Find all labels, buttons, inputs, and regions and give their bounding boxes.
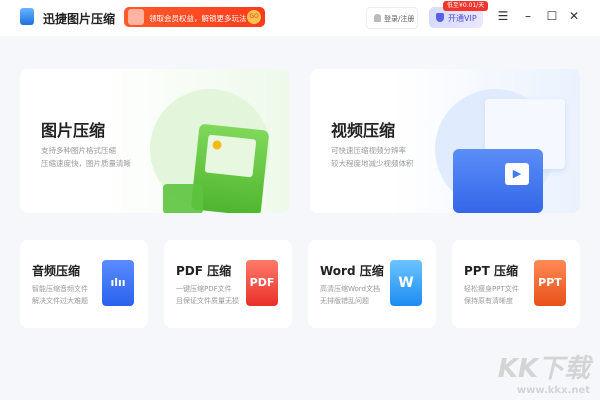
login-button[interactable]: 登录/注册 (366, 7, 418, 29)
ppt-file-icon: PPT (534, 260, 566, 306)
card-title: 图片压缩 (41, 121, 106, 140)
pdf-compress-card[interactable]: PDF 压缩 一键压缩PDF文件 且保证文件质量无损 PDF (164, 240, 292, 328)
watermark-url: www.kkx.net (516, 385, 590, 396)
login-label: 登录/注册 (384, 15, 415, 23)
card-title: PPT 压缩 (464, 264, 518, 278)
card-desc-line: 解决文件过大难题 (32, 297, 88, 305)
card-title: Word 压缩 (320, 264, 384, 278)
compress-arrow-icon (163, 184, 203, 213)
menu-icon[interactable]: ☰ (496, 9, 510, 23)
minimize-icon[interactable]: – (521, 9, 535, 23)
audio-compress-card[interactable]: 音频压缩 智能压缩音频文件 解决文件过大难题 ılıı (20, 240, 148, 328)
video-compress-card[interactable]: ▶ 视频压缩 可快速压缩视频分辨率 较大程度地减少视频体积 (310, 69, 580, 213)
watermark-brand: KK下载 (497, 354, 590, 384)
promo-banner[interactable]: 领取会员权益，解锁更多玩法 GO (124, 7, 265, 27)
promo-text: 领取会员权益，解锁更多玩法 (149, 14, 247, 23)
vip-price-badge: 低至¥0.01/天 (443, 1, 489, 11)
card-title: PDF 压缩 (176, 264, 232, 278)
card-desc-line: 可快速压缩视频分辨率 (331, 146, 406, 155)
app-title: 迅捷图片压缩 (43, 12, 116, 26)
word-compress-card[interactable]: Word 压缩 高清压缩Word文档 无排版错乱问题 W (308, 240, 436, 328)
video-file-icon: ▶ (453, 149, 543, 213)
close-icon[interactable]: ✕ (567, 9, 581, 23)
vip-shield-icon (436, 13, 444, 22)
card-desc-line: 无排版错乱问题 (320, 297, 369, 305)
maximize-icon[interactable]: ☐ (545, 9, 559, 23)
user-icon (374, 14, 381, 22)
word-file-icon: W (390, 260, 422, 306)
card-title: 音频压缩 (32, 264, 81, 278)
image-compress-card[interactable]: 图片压缩 支持多种图片格式压缩 压缩速度快，图片质量清晰 (20, 69, 290, 213)
promo-go-button[interactable]: GO (247, 10, 261, 24)
card-desc-line: 轻松瘦身PPT文件 (464, 285, 519, 293)
card-desc-line: 较大程度地减少视频体积 (331, 159, 414, 168)
watermark: KK下载 www.kkx.net (498, 348, 590, 396)
ppt-compress-card[interactable]: PPT 压缩 轻松瘦身PPT文件 保持原有清晰度 PPT (452, 240, 580, 328)
title-bar: 迅捷图片压缩 领取会员权益，解锁更多玩法 GO 登录/注册 开通VIP 低至¥0… (0, 0, 600, 36)
card-desc-line: 保持原有清晰度 (464, 297, 513, 305)
card-desc-line: 高清压缩Word文档 (320, 285, 380, 293)
audio-file-icon: ılıı (102, 260, 134, 306)
pdf-file-icon: PDF (246, 260, 278, 306)
card-title: 视频压缩 (331, 121, 396, 140)
vip-label: 开通VIP (448, 14, 477, 23)
app-logo-icon (20, 8, 34, 25)
card-desc-line: 压缩速度快，图片质量清晰 (41, 159, 131, 168)
card-desc-line: 智能压缩音频文件 (32, 285, 88, 293)
card-desc-line: 支持多种图片格式压缩 (41, 146, 116, 155)
gift-icon (128, 9, 144, 25)
card-desc-line: 且保证文件质量无损 (176, 297, 239, 305)
card-desc-line: 一键压缩PDF文件 (176, 285, 232, 293)
